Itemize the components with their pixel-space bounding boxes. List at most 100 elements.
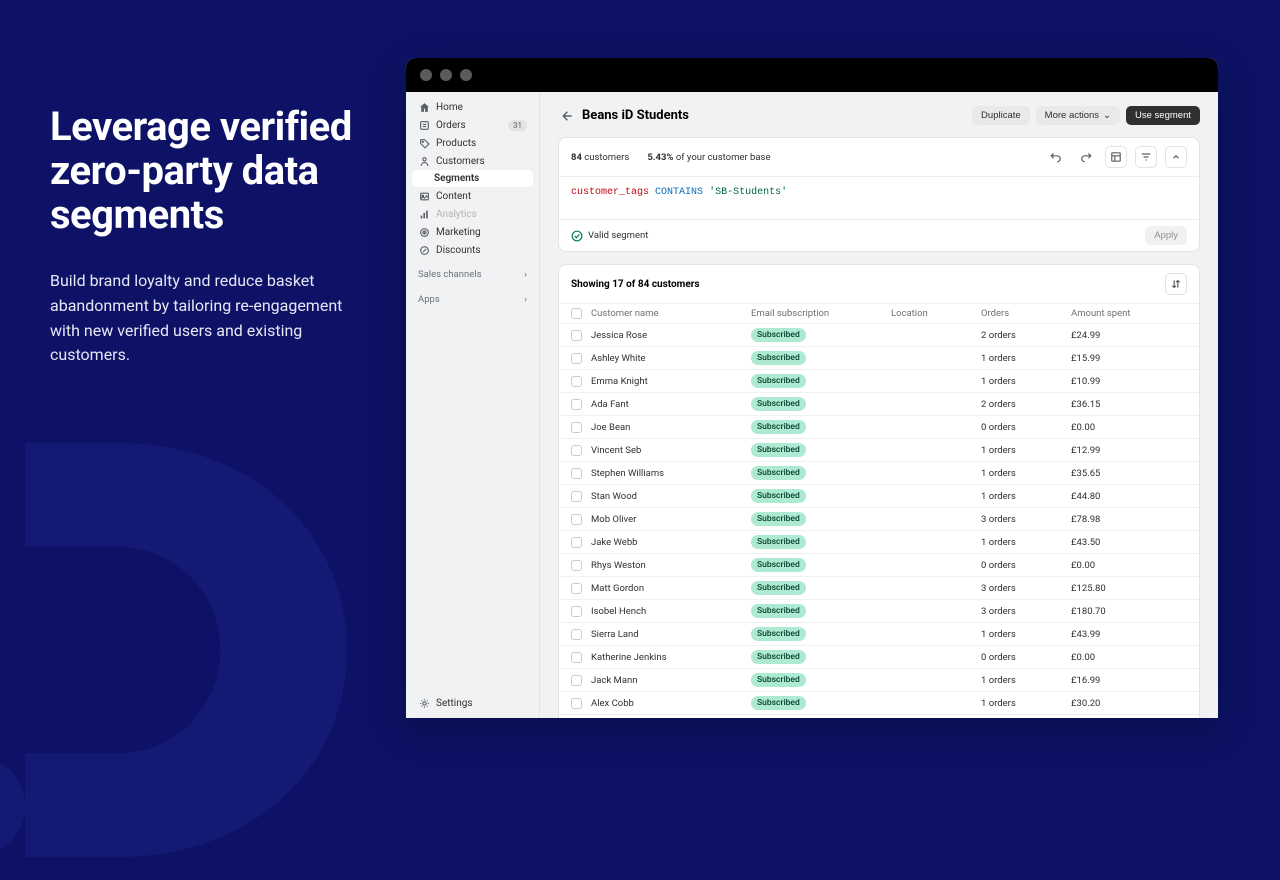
cell-orders: 3 orders bbox=[981, 583, 1071, 594]
table-row[interactable]: Ashley WhiteSubscribed1 orders£15.99 bbox=[559, 346, 1199, 369]
undo-button[interactable] bbox=[1045, 146, 1067, 168]
table-row[interactable]: Stephen WilliamsSubscribed1 orders£35.65 bbox=[559, 461, 1199, 484]
row-checkbox[interactable] bbox=[571, 514, 582, 525]
main-content: Beans iD Students Duplicate More actions… bbox=[540, 92, 1218, 718]
cell-email: Subscribed bbox=[751, 604, 891, 618]
row-checkbox[interactable] bbox=[571, 675, 582, 686]
traffic-light-zoom[interactable] bbox=[460, 69, 472, 81]
row-checkbox[interactable] bbox=[571, 606, 582, 617]
table-row[interactable]: Emma KnightSubscribed1 orders£10.99 bbox=[559, 369, 1199, 392]
redo-button[interactable] bbox=[1075, 146, 1097, 168]
more-actions-button[interactable]: More actions ⌄ bbox=[1036, 106, 1120, 125]
row-checkbox[interactable] bbox=[571, 468, 582, 479]
nav-marketing[interactable]: Marketing bbox=[412, 223, 533, 241]
table-row[interactable]: Sierra LandSubscribed1 orders£43.99 bbox=[559, 622, 1199, 645]
nav-settings[interactable]: Settings bbox=[412, 694, 533, 712]
col-name: Customer name bbox=[591, 308, 751, 319]
nav-customers[interactable]: Customers bbox=[412, 152, 533, 170]
row-checkbox[interactable] bbox=[571, 537, 582, 548]
page-header: Beans iD Students Duplicate More actions… bbox=[558, 106, 1200, 125]
row-checkbox[interactable] bbox=[571, 652, 582, 663]
nav-segments[interactable]: Segments bbox=[412, 170, 533, 187]
row-checkbox[interactable] bbox=[571, 376, 582, 387]
nav-analytics[interactable]: Analytics bbox=[412, 205, 533, 223]
table-row[interactable]: Alex CobbSubscribed1 orders£30.20 bbox=[559, 691, 1199, 714]
analytics-icon bbox=[418, 208, 430, 220]
nav-discounts[interactable]: Discounts bbox=[412, 241, 533, 259]
cell-email: Subscribed bbox=[751, 696, 891, 710]
table-row[interactable]: Joe BeanSubscribed0 orders£0.00 bbox=[559, 415, 1199, 438]
cell-name: Jessica Rose bbox=[591, 330, 751, 341]
templates-button[interactable] bbox=[1105, 146, 1127, 168]
row-checkbox[interactable] bbox=[571, 629, 582, 640]
table-row[interactable]: Vincent SebSubscribed1 orders£12.99 bbox=[559, 438, 1199, 461]
col-location: Location bbox=[891, 308, 981, 319]
cell-amount: £35.65 bbox=[1071, 468, 1171, 479]
cell-name: Jack Mann bbox=[591, 675, 751, 686]
cell-orders: 2 orders bbox=[981, 330, 1071, 341]
row-checkbox[interactable] bbox=[571, 330, 582, 341]
query-editor[interactable]: customer_tags CONTAINS 'SB-Students' bbox=[559, 177, 1199, 219]
cell-email: Subscribed bbox=[751, 466, 891, 480]
collapse-button[interactable] bbox=[1165, 146, 1187, 168]
sales-channels-section[interactable]: Sales channels › bbox=[412, 259, 533, 284]
apps-section[interactable]: Apps › bbox=[412, 284, 533, 309]
nav-content[interactable]: Content bbox=[412, 187, 533, 205]
row-checkbox[interactable] bbox=[571, 353, 582, 364]
filter-button[interactable] bbox=[1135, 146, 1157, 168]
use-segment-button[interactable]: Use segment bbox=[1126, 106, 1200, 125]
table-row[interactable]: Rhys WestonSubscribed0 orders£0.00 bbox=[559, 553, 1199, 576]
back-button[interactable] bbox=[558, 108, 574, 124]
nav-home[interactable]: Home bbox=[412, 98, 533, 116]
row-checkbox[interactable] bbox=[571, 422, 582, 433]
cell-name: Joe Bean bbox=[591, 422, 751, 433]
cell-email: Subscribed bbox=[751, 627, 891, 641]
row-checkbox[interactable] bbox=[571, 399, 582, 410]
row-checkbox[interactable] bbox=[571, 698, 582, 709]
cell-name: Stan Wood bbox=[591, 491, 751, 502]
duplicate-button[interactable]: Duplicate bbox=[972, 106, 1030, 125]
traffic-light-minimize[interactable] bbox=[440, 69, 452, 81]
cell-orders: 1 orders bbox=[981, 698, 1071, 709]
cell-orders: 0 orders bbox=[981, 422, 1071, 433]
cell-email: Subscribed bbox=[751, 351, 891, 365]
cell-name: Isobel Hench bbox=[591, 606, 751, 617]
table-row[interactable]: Ada FantSubscribed2 orders£36.15 bbox=[559, 392, 1199, 415]
table-row[interactable]: Matt GordonSubscribed3 orders£125.80 bbox=[559, 576, 1199, 599]
cell-amount: £0.00 bbox=[1071, 652, 1171, 663]
cell-orders: 1 orders bbox=[981, 353, 1071, 364]
cell-amount: £180.70 bbox=[1071, 606, 1171, 617]
table-row[interactable]: Katherine JenkinsSubscribed0 orders£0.00 bbox=[559, 645, 1199, 668]
col-email: Email subscription bbox=[751, 308, 891, 319]
table-row[interactable]: Mob OliverSubscribed3 orders£78.98 bbox=[559, 507, 1199, 530]
cell-email: Subscribed bbox=[751, 581, 891, 595]
cell-amount: £15.99 bbox=[1071, 353, 1171, 364]
row-checkbox[interactable] bbox=[571, 445, 582, 456]
cell-amount: £24.99 bbox=[1071, 330, 1171, 341]
traffic-light-close[interactable] bbox=[420, 69, 432, 81]
table-row[interactable]: Isobel HenchSubscribed3 orders£180.70 bbox=[559, 599, 1199, 622]
row-checkbox[interactable] bbox=[571, 560, 582, 571]
cell-email: Subscribed bbox=[751, 673, 891, 687]
apply-button[interactable]: Apply bbox=[1145, 226, 1187, 245]
col-amount: Amount spent bbox=[1071, 308, 1171, 319]
col-orders: Orders bbox=[981, 308, 1071, 319]
cell-name: Katherine Jenkins bbox=[591, 652, 751, 663]
select-all-checkbox[interactable] bbox=[571, 308, 582, 319]
orders-badge: 31 bbox=[508, 120, 527, 131]
row-checkbox[interactable] bbox=[571, 583, 582, 594]
sort-button[interactable] bbox=[1165, 273, 1187, 295]
cell-name: Emma Knight bbox=[591, 376, 751, 387]
nav-orders[interactable]: Orders 31 bbox=[412, 116, 533, 134]
cell-name: Jake Webb bbox=[591, 537, 751, 548]
cell-email: Subscribed bbox=[751, 443, 891, 457]
nav-label: Orders bbox=[436, 120, 466, 131]
table-row[interactable]: Jake WebbSubscribed1 orders£43.50 bbox=[559, 530, 1199, 553]
table-row[interactable]: Jessica RoseSubscribed2 orders£24.99 bbox=[559, 323, 1199, 346]
row-checkbox[interactable] bbox=[571, 491, 582, 502]
table-row[interactable]: Jack MannSubscribed1 orders£16.99 bbox=[559, 668, 1199, 691]
cell-email: Subscribed bbox=[751, 535, 891, 549]
customer-percent: 5.43% of your customer base bbox=[647, 152, 770, 163]
nav-products[interactable]: Products bbox=[412, 134, 533, 152]
table-row[interactable]: Stan WoodSubscribed1 orders£44.80 bbox=[559, 484, 1199, 507]
